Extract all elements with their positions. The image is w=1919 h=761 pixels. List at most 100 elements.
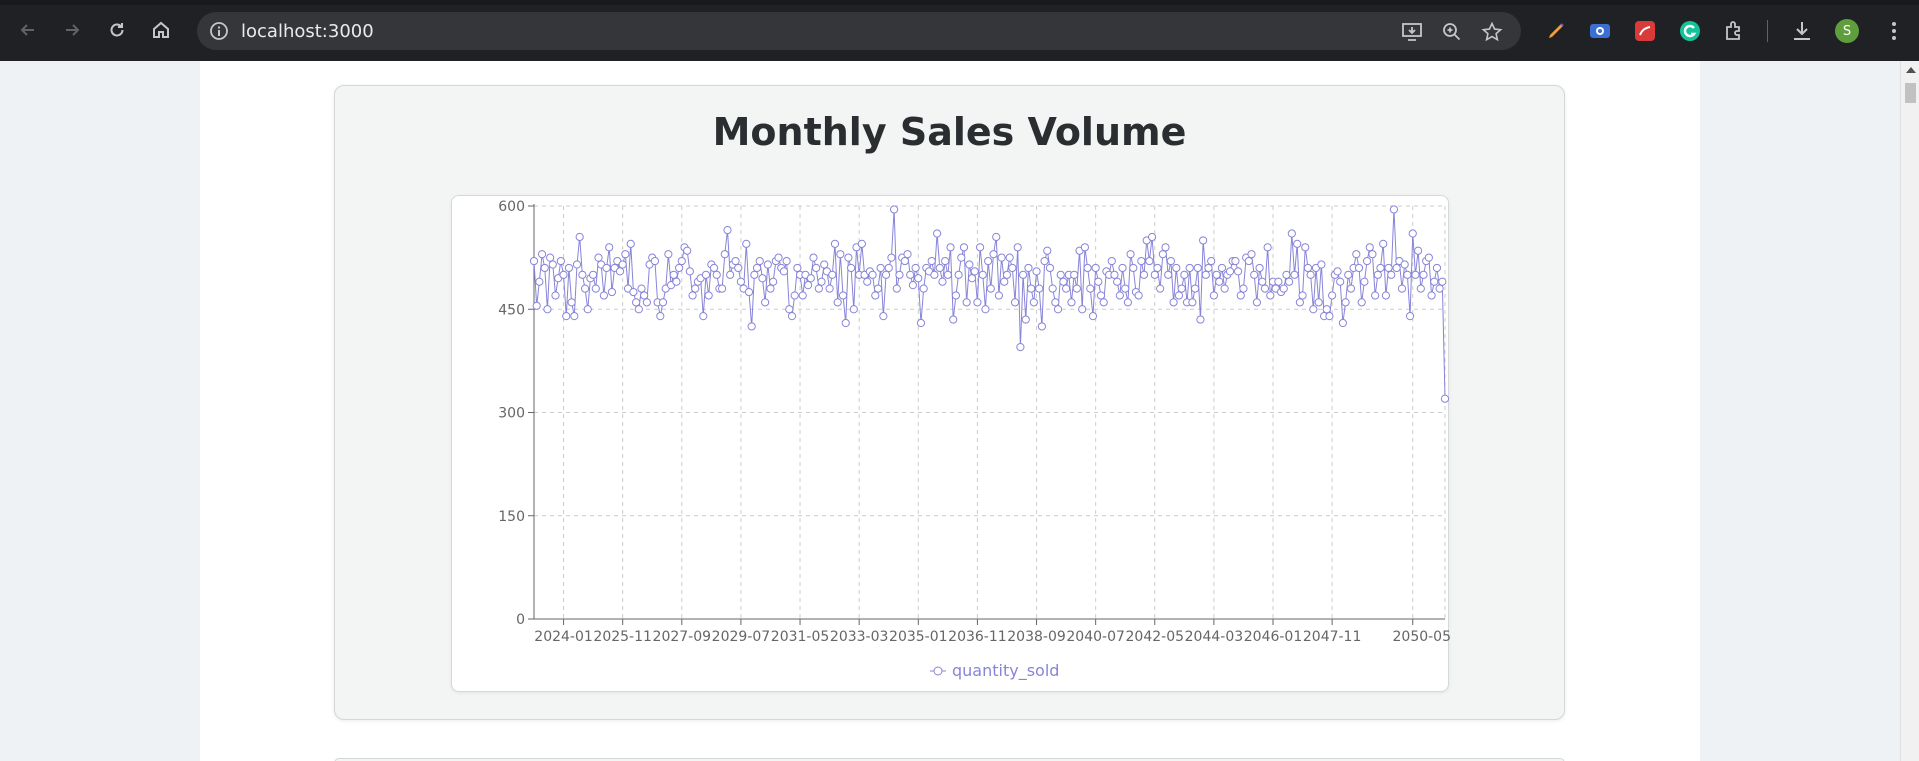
home-button[interactable]	[147, 16, 175, 44]
data-point	[957, 253, 966, 262]
data-point	[1231, 256, 1240, 266]
x-tick-label: 2050-05	[1393, 629, 1451, 645]
site-info-icon[interactable]	[209, 21, 229, 41]
data-point	[1430, 277, 1439, 286]
data-point	[677, 256, 686, 266]
reload-button[interactable]	[103, 16, 131, 44]
data-point	[989, 250, 998, 259]
data-point	[543, 305, 552, 314]
data-point	[1121, 284, 1130, 293]
data-point	[1153, 263, 1162, 273]
scroll-up-arrow-icon[interactable]	[1906, 67, 1916, 73]
y-tick-label: 450	[498, 302, 525, 318]
url-text[interactable]: localhost:3000	[241, 21, 374, 42]
back-button[interactable]	[14, 16, 42, 44]
data-point	[1067, 298, 1076, 307]
data-point	[537, 250, 547, 259]
home-icon	[153, 21, 169, 38]
data-point	[793, 263, 802, 273]
scrollbar-thumb[interactable]	[1905, 83, 1916, 103]
data-point	[583, 305, 592, 314]
data-point	[1207, 256, 1216, 266]
data-point	[752, 263, 762, 273]
data-point	[1341, 298, 1350, 307]
data-point	[1099, 298, 1108, 307]
data-point	[755, 256, 764, 266]
data-point	[532, 301, 541, 310]
data-point	[1113, 277, 1122, 286]
data-point	[575, 232, 584, 242]
y-tick-label: 300	[498, 406, 525, 422]
data-point	[1035, 284, 1044, 293]
data-point	[962, 298, 971, 307]
data-point	[594, 253, 603, 262]
data-point	[704, 291, 713, 300]
data-point	[1048, 284, 1057, 293]
x-tick-label: 2046-01	[1244, 629, 1303, 645]
data-point	[1156, 284, 1165, 293]
data-point	[825, 284, 834, 293]
data-point	[892, 284, 901, 293]
forward-button[interactable]	[58, 16, 86, 44]
data-point	[790, 291, 799, 300]
data-point	[1381, 291, 1390, 300]
data-point	[1314, 298, 1323, 307]
toolbar-divider	[1767, 20, 1768, 42]
data-point	[911, 263, 920, 273]
data-point	[1427, 291, 1436, 300]
y-tick-label: 150	[498, 509, 525, 525]
data-point	[1199, 236, 1208, 245]
data-point	[1440, 394, 1450, 403]
data-point	[629, 287, 638, 297]
data-point	[1220, 284, 1229, 293]
data-point	[1260, 284, 1270, 293]
data-point	[1333, 267, 1342, 276]
extensions-puzzle-icon[interactable]	[1723, 19, 1747, 43]
data-point	[1032, 267, 1041, 276]
data-point	[1137, 256, 1146, 266]
red-puzzle-extension-icon[interactable]	[1633, 19, 1657, 43]
data-point	[672, 277, 681, 286]
data-point	[847, 263, 856, 273]
data-point	[935, 263, 944, 273]
menu-kebab-icon[interactable]	[1882, 19, 1906, 43]
data-point	[1029, 298, 1038, 307]
bookmark-star-icon[interactable]	[1481, 21, 1503, 43]
x-tick-label: 2031-05	[771, 629, 830, 645]
data-point	[570, 312, 579, 321]
data-point	[1185, 263, 1194, 273]
data-point	[1435, 284, 1444, 293]
data-point	[1362, 256, 1372, 266]
data-point	[849, 305, 858, 314]
data-point	[637, 284, 646, 293]
data-point	[685, 267, 694, 276]
data-point	[1258, 277, 1267, 286]
data-point	[1368, 250, 1377, 259]
data-point	[548, 260, 557, 269]
x-tick-label: 2035-01	[889, 629, 948, 645]
data-point	[1051, 298, 1060, 307]
data-point	[1384, 263, 1393, 273]
data-point	[1013, 243, 1022, 252]
zoom-icon[interactable]	[1441, 21, 1463, 43]
data-point	[1290, 270, 1299, 279]
pen-extension-icon[interactable]	[1544, 19, 1568, 43]
data-point	[1134, 291, 1143, 300]
data-point	[1145, 256, 1154, 266]
data-point	[1177, 284, 1186, 293]
address-bar[interactable]: localhost:3000	[197, 12, 1521, 50]
data-point	[1147, 232, 1157, 242]
data-point	[1078, 305, 1087, 314]
screen-capture-extension-icon[interactable]	[1588, 19, 1612, 43]
x-tick-label: 2025-11	[593, 629, 652, 645]
data-point	[718, 284, 727, 293]
data-point	[1328, 291, 1337, 300]
grammarly-icon[interactable]	[1678, 19, 1702, 43]
data-point	[650, 256, 660, 266]
downloads-icon[interactable]	[1790, 19, 1814, 43]
page-scrollbar[interactable]	[1900, 61, 1919, 761]
x-tick-label: 2033-03	[830, 629, 889, 645]
data-point	[1217, 263, 1227, 273]
profile-avatar[interactable]: S	[1835, 19, 1859, 43]
install-app-icon[interactable]	[1401, 21, 1423, 43]
